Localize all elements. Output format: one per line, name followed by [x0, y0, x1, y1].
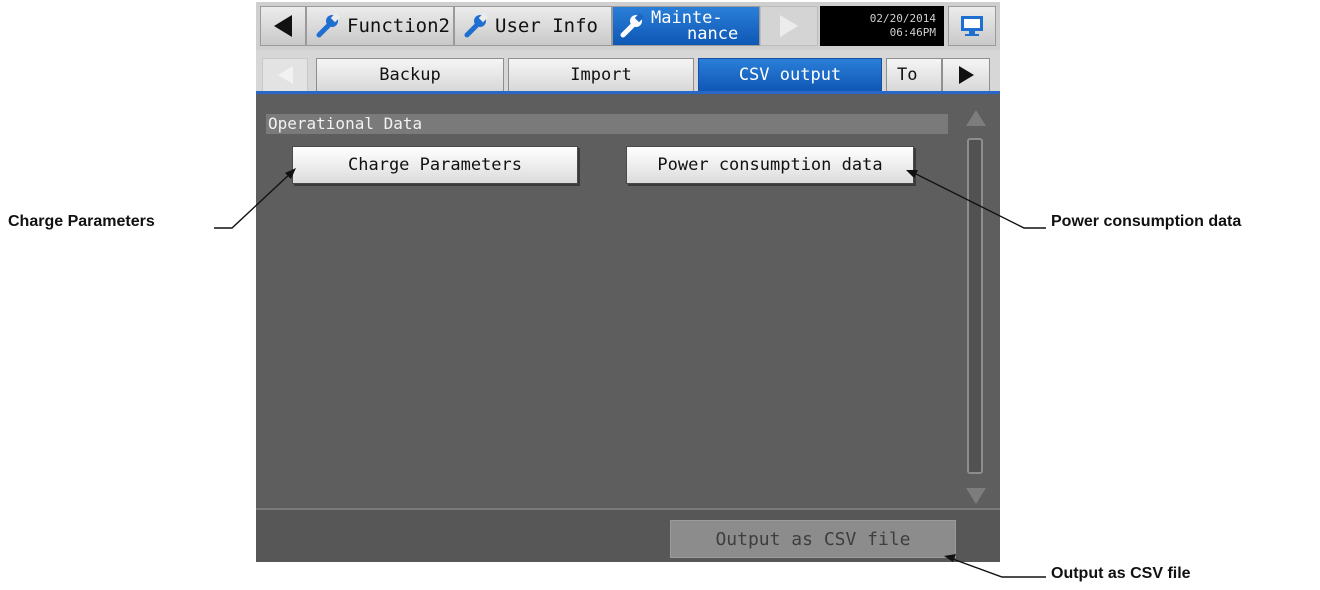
callout-output-csv: Output as CSV file	[1051, 565, 1191, 582]
callout-charge-parameters: Charge Parameters	[8, 213, 155, 230]
callout-power-consumption: Power consumption data	[1051, 213, 1242, 230]
callout-lines	[214, 168, 1046, 578]
